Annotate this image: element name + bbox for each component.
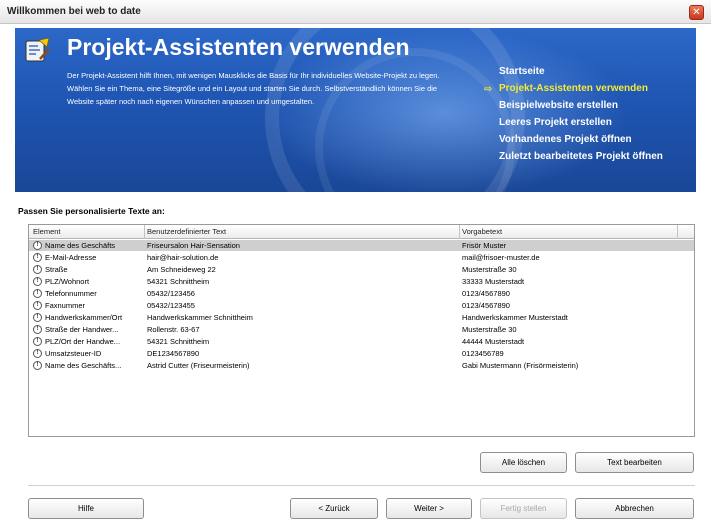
cell-default: Gabi Mustermann (Frisörmeisterin) bbox=[462, 361, 579, 370]
nav-item-label: Beispielwebsite erstellen bbox=[499, 100, 618, 111]
edit-text-button[interactable]: Text bearbeiten bbox=[575, 452, 694, 473]
cell-element: Name des Geschäfts bbox=[45, 241, 116, 250]
section-label: Passen Sie personalisierte Texte an: bbox=[18, 206, 165, 216]
info-icon: ! bbox=[33, 277, 42, 286]
cell-default: 33333 Musterstadt bbox=[462, 277, 525, 286]
cell-default: 0123/4567890 bbox=[462, 301, 510, 310]
nav-item-label: Vorhandenes Projekt öffnen bbox=[499, 134, 632, 145]
cell-custom: 54321 Schnittheim bbox=[147, 277, 210, 286]
back-button[interactable]: < Zurück bbox=[290, 498, 378, 519]
cell-default: Musterstraße 30 bbox=[462, 265, 517, 274]
banner-description: Der Projekt-Assistent hilft Ihnen, mit w… bbox=[67, 71, 440, 106]
cell-default: Musterstraße 30 bbox=[462, 325, 517, 334]
cell-custom: Friseursalon Hair-Sensation bbox=[147, 241, 240, 250]
cell-element: Name des Geschäfts... bbox=[45, 361, 122, 370]
cell-element: PLZ/Wohnort bbox=[45, 277, 90, 286]
table-row[interactable]: ! Straße der Handwer... Rollenstr. 63-67 Mu… bbox=[29, 324, 694, 335]
nav-item-vorhandenes-projekt[interactable]: Vorhandenes Projekt öffnen bbox=[499, 134, 696, 151]
table-row[interactable]: ! PLZ/Ort der Handwe... 54321 Schnittheim 4… bbox=[29, 336, 694, 347]
header-banner: Projekt-Assistenten verwenden Der Projek… bbox=[15, 28, 696, 192]
cell-custom: Rollenstr. 63-67 bbox=[147, 325, 200, 334]
table-row[interactable]: ! Umsatzsteuer-ID DE1234567890 0123456789 bbox=[29, 348, 694, 359]
banner-title: Projekt-Assistenten verwenden bbox=[67, 34, 410, 60]
title-bar: Willkommen bei web to date ✕ bbox=[0, 0, 711, 24]
help-button[interactable]: Hilfe bbox=[28, 498, 144, 519]
info-icon: ! bbox=[33, 325, 42, 334]
cell-element: E-Mail-Adresse bbox=[45, 253, 97, 262]
cancel-button[interactable]: Abbrechen bbox=[575, 498, 694, 519]
cell-default: 0123/4567890 bbox=[462, 289, 510, 298]
nav-item-projekt-assistent[interactable]: ⇨ Projekt-Assistenten verwenden bbox=[484, 83, 696, 100]
cell-custom: DE1234567890 bbox=[147, 349, 200, 358]
cell-default: 44444 Musterstadt bbox=[462, 337, 525, 346]
cell-element: Faxnummer bbox=[45, 301, 86, 310]
column-header-element[interactable]: Element bbox=[33, 227, 61, 236]
cell-custom: 05432/123456 bbox=[147, 289, 195, 298]
info-icon: ! bbox=[33, 289, 42, 298]
info-icon: ! bbox=[33, 313, 42, 322]
cell-element: PLZ/Ort der Handwe... bbox=[45, 337, 121, 346]
table-row[interactable]: ! E-Mail-Adresse hair@hair-solution.de mail… bbox=[29, 252, 694, 263]
table-row[interactable]: ! Name des Geschäfts... Astrid Cutter (Fri… bbox=[29, 360, 694, 371]
column-divider[interactable] bbox=[677, 225, 678, 239]
cell-element: Umsatzsteuer-ID bbox=[45, 349, 102, 358]
table-row[interactable]: ! Name des Geschäfts Friseursalon Hair-Sen… bbox=[29, 240, 694, 251]
cell-custom: 54321 Schnittheim bbox=[147, 337, 210, 346]
cell-default: 0123456789 bbox=[462, 349, 504, 358]
close-button[interactable]: ✕ bbox=[689, 5, 704, 20]
info-icon: ! bbox=[33, 361, 42, 370]
column-header-custom[interactable]: Benutzerdefinierter Text bbox=[147, 227, 226, 236]
cell-element: Handwerkskammer/Ort bbox=[45, 313, 123, 322]
cell-element: Telefonnummer bbox=[45, 289, 97, 298]
cell-custom: Handwerkskammer Schnittheim bbox=[147, 313, 253, 322]
info-icon: ! bbox=[33, 301, 42, 310]
cell-custom: hair@hair-solution.de bbox=[147, 253, 219, 262]
cell-default: Frisör Muster bbox=[462, 241, 507, 250]
column-header-default[interactable]: Vorgabetext bbox=[462, 227, 502, 236]
table-row[interactable]: ! PLZ/Wohnort 54321 Schnittheim 33333 Muste… bbox=[29, 276, 694, 287]
column-divider[interactable] bbox=[144, 225, 145, 239]
arrow-right-icon: ⇨ bbox=[484, 84, 493, 95]
table-row[interactable]: ! Straße Am Schneideweg 22 Musterstraße 30 bbox=[29, 264, 694, 275]
wizard-icon bbox=[25, 37, 50, 62]
nav-item-label: Zuletzt bearbeitetes Projekt öffnen bbox=[499, 151, 663, 162]
nav-item-zuletzt-bearbeitet[interactable]: Zuletzt bearbeitetes Projekt öffnen bbox=[499, 151, 696, 168]
nav-item-label: Leeres Projekt erstellen bbox=[499, 117, 612, 128]
table-row[interactable]: ! Handwerkskammer/Ort Handwerkskammer Schn… bbox=[29, 312, 694, 323]
next-button[interactable]: Weiter > bbox=[386, 498, 472, 519]
cell-element: Straße der Handwer... bbox=[45, 325, 119, 334]
info-icon: ! bbox=[33, 241, 42, 250]
nav-item-beispielwebsite[interactable]: Beispielwebsite erstellen bbox=[499, 100, 696, 117]
column-divider[interactable] bbox=[459, 225, 460, 239]
cell-default: Handwerkskammer Musterstadt bbox=[462, 313, 568, 322]
cell-element: Straße bbox=[45, 265, 68, 274]
wizard-window: Willkommen bei web to date ✕ Projekt-Ass… bbox=[0, 0, 711, 524]
nav-item-label: Startseite bbox=[499, 66, 545, 77]
divider bbox=[28, 485, 695, 486]
start-nav: Startseite ⇨ Projekt-Assistenten verwende… bbox=[484, 66, 696, 168]
table-row[interactable]: ! Telefonnummer 05432/123456 0123/4567890 bbox=[29, 288, 694, 299]
cell-custom: 05432/123455 bbox=[147, 301, 195, 310]
cell-custom: Am Schneideweg 22 bbox=[147, 265, 216, 274]
info-icon: ! bbox=[33, 337, 42, 346]
nav-item-label: Projekt-Assistenten verwenden bbox=[499, 83, 648, 94]
table-header: Element Benutzerdefinierter Text Vorgabe… bbox=[29, 225, 694, 239]
nav-item-startseite[interactable]: Startseite bbox=[499, 66, 696, 83]
cell-custom: Astrid Cutter (Friseurmeisterin) bbox=[147, 361, 250, 370]
window-title: Willkommen bei web to date bbox=[7, 6, 141, 17]
info-icon: ! bbox=[33, 349, 42, 358]
cell-default: mail@frisoer-muster.de bbox=[462, 253, 540, 262]
info-icon: ! bbox=[33, 265, 42, 274]
clear-all-button[interactable]: Alle löschen bbox=[480, 452, 567, 473]
finish-button[interactable]: Fertig stellen bbox=[480, 498, 567, 519]
custom-text-table[interactable]: Element Benutzerdefinierter Text Vorgabe… bbox=[28, 224, 695, 437]
nav-item-leeres-projekt[interactable]: Leeres Projekt erstellen bbox=[499, 117, 696, 134]
info-icon: ! bbox=[33, 253, 42, 262]
table-row[interactable]: ! Faxnummer 05432/123455 0123/4567890 bbox=[29, 300, 694, 311]
